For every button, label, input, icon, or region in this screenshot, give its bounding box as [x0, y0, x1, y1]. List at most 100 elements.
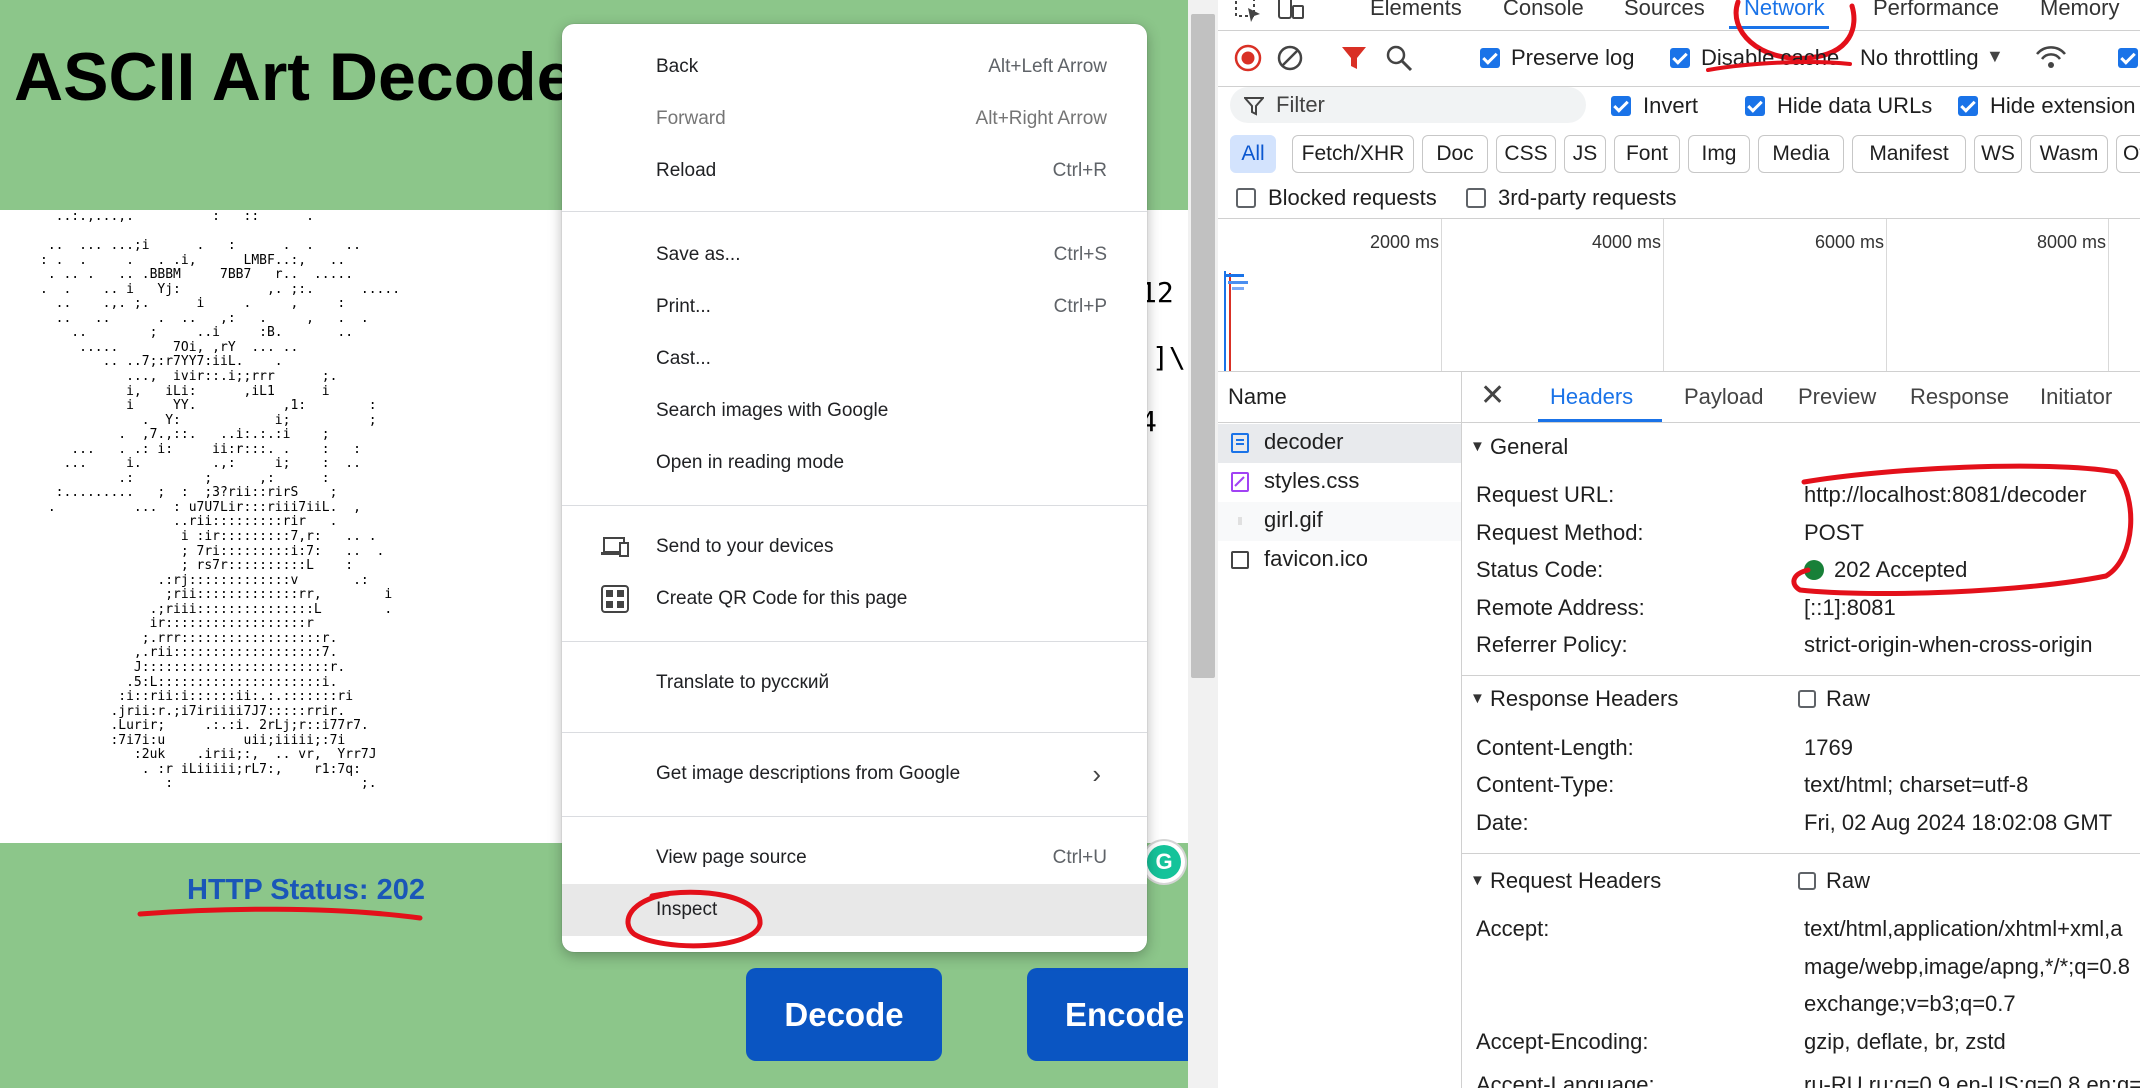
type-all[interactable]: All: [1230, 135, 1276, 173]
invert-checkbox[interactable]: [1611, 96, 1631, 116]
menu-item-reading-mode[interactable]: Open in reading mode: [562, 437, 1147, 489]
tab-performance[interactable]: Performance: [1873, 0, 1999, 21]
blocked-requests-checkbox[interactable]: [1236, 188, 1256, 208]
menu-item-label: Create QR Code for this page: [656, 588, 908, 609]
menu-item-send-to-devices[interactable]: Send to your devices: [562, 521, 1147, 573]
request-row-styles[interactable]: styles.css: [1218, 463, 1461, 502]
grammarly-icon[interactable]: G: [1143, 841, 1185, 883]
menu-item-qr-code[interactable]: Create QR Code for this page: [562, 573, 1147, 625]
menu-item-shortcut: Alt+Left Arrow: [988, 56, 1107, 77]
menu-item-label: Reload: [656, 160, 717, 181]
menu-item-save-as[interactable]: Save as... Ctrl+S: [562, 229, 1147, 281]
timeline-request-bar: [1226, 274, 1244, 277]
hide-extension-label: Hide extension: [1990, 93, 2136, 118]
timeline-gridline: [1441, 219, 1442, 371]
header-key: Content-Length:: [1476, 735, 1634, 760]
document-icon: [1231, 433, 1249, 453]
hide-data-urls-label: Hide data URLs: [1777, 93, 1933, 118]
menu-item-reload[interactable]: Reload Ctrl+R: [562, 145, 1147, 197]
resource-type-filter: All Fetch/XHR Doc CSS JS Font Img Media …: [1218, 131, 2140, 177]
hide-data-urls-checkbox[interactable]: [1745, 96, 1765, 116]
throttling-select[interactable]: No throttling: [1860, 45, 1979, 71]
hide-extension-checkbox[interactable]: [1958, 96, 1978, 116]
device-toolbar-icon[interactable]: [1276, 0, 1306, 24]
decode-button[interactable]: Decode: [746, 968, 942, 1061]
page-scrollbar-thumb[interactable]: [1191, 14, 1215, 678]
section-divider: [1462, 853, 2140, 854]
menu-item-inspect[interactable]: Inspect: [562, 884, 1147, 936]
disable-cache-checkbox[interactable]: [1670, 48, 1690, 68]
file-icon: [1231, 551, 1249, 569]
header-value: text/html,application/xhtml+xml,a: [1804, 916, 2123, 941]
network-conditions-icon[interactable]: [2034, 42, 2068, 72]
menu-item-forward[interactable]: Forward Alt+Right Arrow: [562, 93, 1147, 145]
chevron-down-icon[interactable]: ▼: [1986, 46, 2004, 67]
request-headers-section-header[interactable]: ▼ Request Headers Raw: [1462, 862, 2140, 899]
extra-checkbox[interactable]: [2118, 48, 2138, 68]
menu-item-label: Send to your devices: [656, 536, 834, 557]
type-wasm[interactable]: Wasm: [2030, 135, 2108, 173]
tab-sources[interactable]: Sources: [1624, 0, 1705, 21]
menu-item-label: Cast...: [656, 348, 711, 369]
type-other[interactable]: Othe: [2116, 135, 2140, 173]
type-ws[interactable]: WS: [1974, 135, 2022, 173]
general-section-header[interactable]: ▼ General: [1462, 428, 2140, 465]
type-img[interactable]: Img: [1688, 135, 1750, 173]
tab-payload[interactable]: Payload: [1684, 384, 1764, 410]
preserve-log-label: Preserve log: [1511, 45, 1635, 70]
header-key: Referrer Policy:: [1476, 632, 1628, 657]
encode-button[interactable]: Encode: [1027, 968, 1188, 1061]
tab-memory[interactable]: Memory: [2040, 0, 2119, 21]
active-tab-indicator: [1538, 419, 1662, 422]
menu-item-label: View page source: [656, 847, 807, 868]
timeline-label: 8000 ms: [2037, 232, 2107, 252]
preserve-log-checkbox[interactable]: [1480, 48, 1500, 68]
raw-checkbox[interactable]: [1798, 872, 1816, 890]
request-row-favicon[interactable]: favicon.ico: [1218, 541, 1461, 580]
filter-input[interactable]: Filter: [1230, 87, 1586, 123]
third-party-checkbox[interactable]: [1466, 188, 1486, 208]
type-manifest[interactable]: Manifest: [1852, 135, 1966, 173]
request-row-girl-gif[interactable]: girl.gif: [1218, 502, 1461, 541]
blocked-requests-bar: Blocked requests 3rd-party requests: [1218, 182, 2140, 219]
clear-icon[interactable]: [1276, 44, 1304, 72]
menu-item-view-source[interactable]: View page source Ctrl+U: [562, 832, 1147, 884]
menu-item-print[interactable]: Print... Ctrl+P: [562, 281, 1147, 333]
response-headers-section-header[interactable]: ▼ Response Headers Raw: [1462, 680, 2140, 717]
record-icon[interactable]: [1234, 44, 1262, 72]
tab-headers[interactable]: Headers: [1550, 384, 1633, 410]
menu-item-cast[interactable]: Cast...: [562, 333, 1147, 385]
type-js[interactable]: JS: [1564, 135, 1606, 173]
tab-response[interactable]: Response: [1910, 384, 2009, 410]
grammarly-letter: G: [1147, 845, 1181, 879]
type-css[interactable]: CSS: [1496, 135, 1556, 173]
menu-item-label: Translate to русский: [656, 672, 830, 693]
type-font[interactable]: Font: [1614, 135, 1680, 173]
menu-item-label: Inspect: [656, 899, 718, 920]
raw-checkbox[interactable]: [1798, 690, 1816, 708]
close-icon[interactable]: ✕: [1480, 378, 1505, 413]
search-icon[interactable]: [1384, 43, 1414, 73]
header-value: gzip, deflate, br, zstd: [1804, 1029, 2006, 1054]
type-media[interactable]: Media: [1758, 135, 1844, 173]
network-timeline[interactable]: 2000 ms 4000 ms 6000 ms 8000 ms: [1218, 219, 2140, 372]
menu-item-translate[interactable]: Translate to русский: [562, 657, 1147, 709]
chevron-right-icon: ›: [1092, 758, 1101, 789]
tab-console[interactable]: Console: [1503, 0, 1584, 21]
name-column-header[interactable]: Name: [1218, 372, 1461, 423]
menu-item-back[interactable]: Back Alt+Left Arrow: [562, 41, 1147, 93]
type-fetch-xhr[interactable]: Fetch/XHR: [1292, 135, 1414, 173]
type-doc[interactable]: Doc: [1422, 135, 1488, 173]
menu-item-search-images[interactable]: Search images with Google: [562, 385, 1147, 437]
tab-elements[interactable]: Elements: [1370, 0, 1462, 21]
filter-funnel-icon[interactable]: [1340, 44, 1368, 72]
tab-preview[interactable]: Preview: [1798, 384, 1876, 410]
menu-item-label: Search images with Google: [656, 400, 889, 421]
triangle-down-icon: ▼: [1470, 690, 1485, 707]
tab-initiator[interactable]: Initiator: [2040, 384, 2112, 410]
menu-item-image-descriptions[interactable]: Get image descriptions from Google ›: [562, 748, 1147, 800]
disable-cache-label: Disable cache: [1701, 45, 1840, 70]
tab-network[interactable]: Network: [1744, 0, 1825, 21]
inspect-element-icon[interactable]: [1234, 0, 1264, 24]
request-row-decoder[interactable]: decoder: [1218, 424, 1461, 463]
